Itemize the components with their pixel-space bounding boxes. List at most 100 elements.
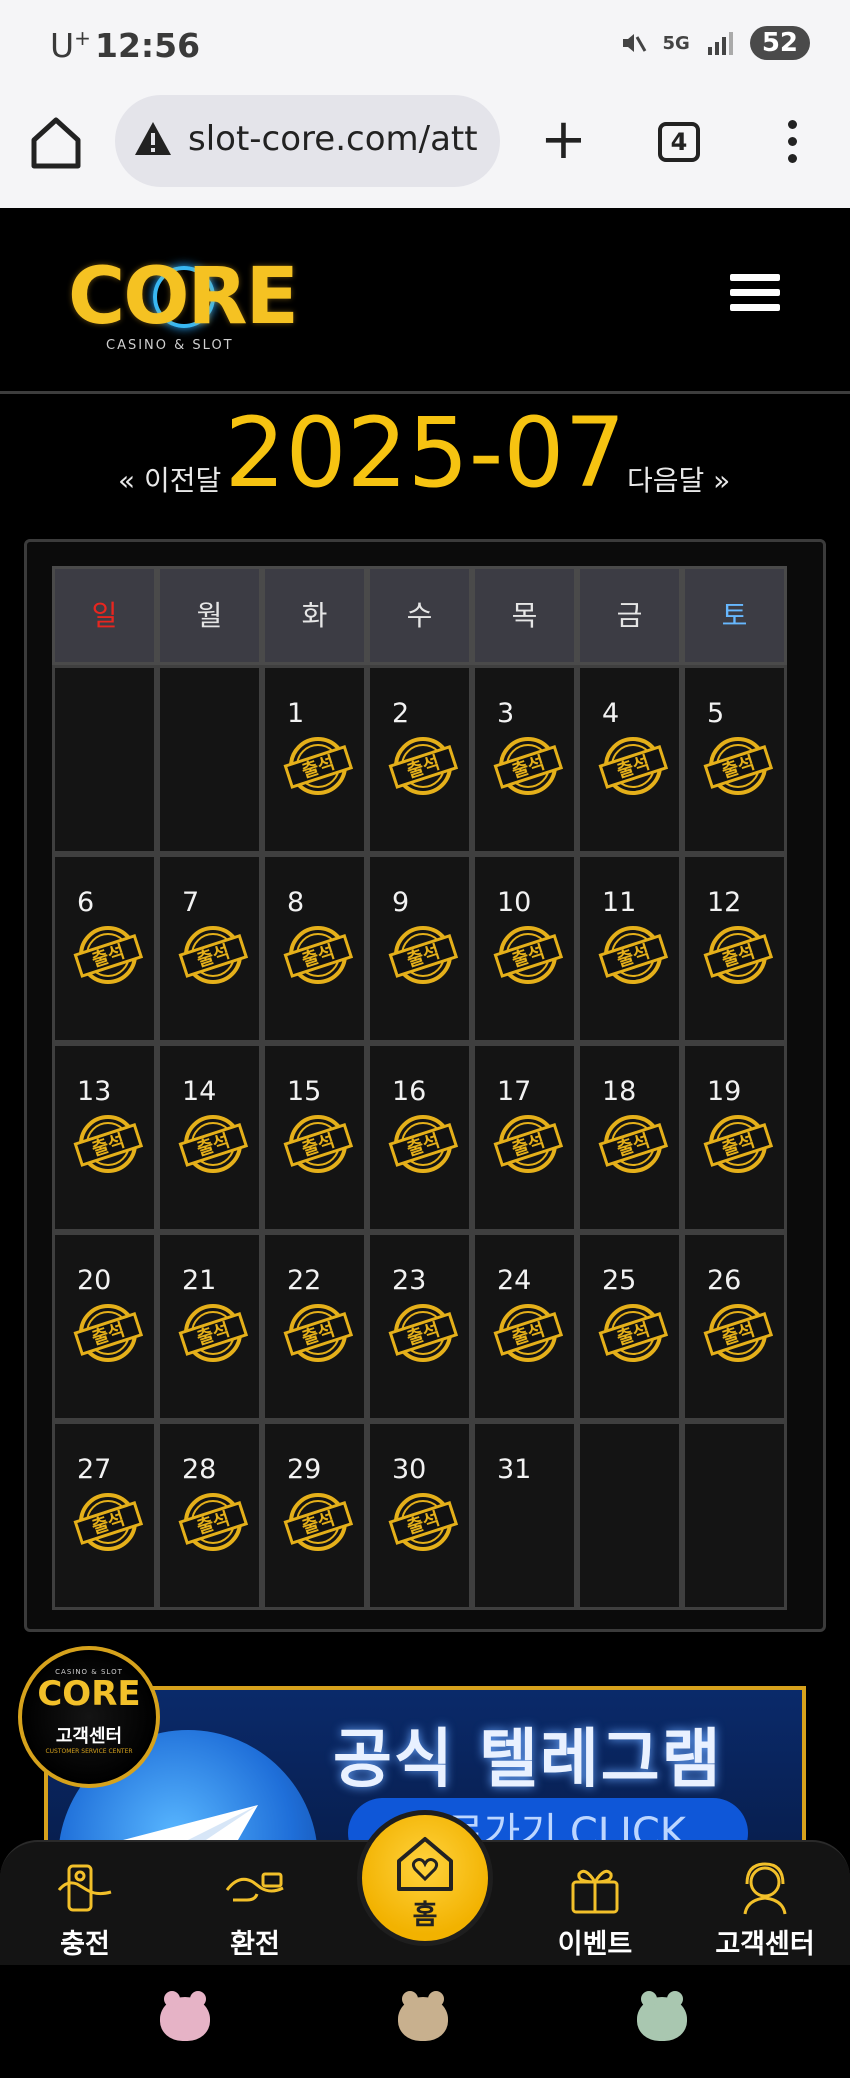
- attendance-stamp-icon: 출석: [386, 1488, 460, 1554]
- withdraw-icon: [225, 1872, 284, 1902]
- stamp-label: 출석: [89, 1319, 127, 1349]
- calendar-day-cell[interactable]: [577, 1421, 682, 1610]
- attendance-stamp-icon: 출석: [71, 1488, 145, 1554]
- badge-logo: CORE: [37, 1674, 141, 1714]
- day-number: 10: [497, 887, 532, 918]
- calendar-day-cell[interactable]: 9 출석: [367, 854, 472, 1043]
- calendar-day-cell[interactable]: 1 출석: [262, 665, 367, 854]
- nav-withdraw[interactable]: 환전: [190, 1860, 320, 1961]
- nav-deposit[interactable]: 충전: [20, 1860, 150, 1961]
- day-number: 25: [602, 1265, 637, 1296]
- logo-subtitle: CASINO & SLOT: [106, 338, 234, 353]
- calendar-day-cell[interactable]: 23 출석: [367, 1232, 472, 1421]
- attendance-stamp-icon: 출석: [596, 1110, 670, 1176]
- stamp-label: 출석: [299, 1130, 337, 1160]
- attendance-stamp-icon: 출석: [176, 921, 250, 987]
- calendar-day-cell[interactable]: 3 출석: [472, 665, 577, 854]
- calendar-day-cell[interactable]: 16 출석: [367, 1043, 472, 1232]
- calendar-day-cell[interactable]: 24 출석: [472, 1232, 577, 1421]
- day-number: 17: [497, 1076, 532, 1107]
- day-number: 12: [707, 887, 742, 918]
- stamp-label: 출석: [194, 1130, 232, 1160]
- calendar-day-cell[interactable]: 12 출석: [682, 854, 787, 1043]
- weekday-sun: 일: [52, 566, 157, 665]
- attendance-stamp-icon: 출석: [386, 1110, 460, 1176]
- attendance-stamp-icon: 출석: [701, 1299, 775, 1365]
- new-tab-icon[interactable]: +: [540, 112, 587, 172]
- day-number: 23: [392, 1265, 427, 1296]
- calendar-day-cell[interactable]: 14 출석: [157, 1043, 262, 1232]
- day-number: 3: [497, 698, 515, 729]
- calendar-day-cell[interactable]: 29 출석: [262, 1421, 367, 1610]
- calendar-day-cell[interactable]: 28 출석: [157, 1421, 262, 1610]
- day-number: 26: [707, 1265, 742, 1296]
- day-number: 13: [77, 1076, 112, 1107]
- browser-toolbar: slot-core.com/att + 4: [0, 90, 850, 208]
- calendar-day-cell[interactable]: 10 출석: [472, 854, 577, 1043]
- customer-center-badge[interactable]: CASINO & SLOT CORE 고객센터 CUSTOMER SERVICE…: [18, 1646, 160, 1788]
- stamp-label: 출석: [194, 1319, 232, 1349]
- calendar-day-cell[interactable]: 7 출석: [157, 854, 262, 1043]
- calendar-day-cell[interactable]: 17 출석: [472, 1043, 577, 1232]
- calendar-day-cell[interactable]: 13 출석: [52, 1043, 157, 1232]
- day-number: 15: [287, 1076, 322, 1107]
- nav-deposit-label: 충전: [60, 1929, 110, 1960]
- calendar-day-cell[interactable]: 30 출석: [367, 1421, 472, 1610]
- nav-support[interactable]: 고객센터: [700, 1860, 830, 1961]
- calendar-day-cell[interactable]: 4 출석: [577, 665, 682, 854]
- stamp-label: 출석: [719, 1130, 757, 1160]
- headset-icon: [743, 1862, 787, 1915]
- address-bar[interactable]: slot-core.com/att: [115, 95, 500, 187]
- hamburger-menu-icon[interactable]: [730, 274, 780, 318]
- calendar-day-cell[interactable]: 22 출석: [262, 1232, 367, 1421]
- calendar-day-cell[interactable]: 8 출석: [262, 854, 367, 1043]
- warning-icon[interactable]: [133, 119, 173, 159]
- day-number: 11: [602, 887, 637, 918]
- banner-title: 공식 텔레그램: [333, 1723, 723, 1797]
- calendar-day-cell[interactable]: 21 출석: [157, 1232, 262, 1421]
- calendar-day-cell[interactable]: 15 출석: [262, 1043, 367, 1232]
- calendar-day-cell[interactable]: 2 출석: [367, 665, 472, 854]
- day-number: 31: [497, 1454, 532, 1485]
- stamp-label: 출석: [509, 1130, 547, 1160]
- calendar-day-cell[interactable]: [52, 665, 157, 854]
- recent-apps-icon[interactable]: [160, 1991, 210, 2041]
- stamp-label: 출석: [299, 752, 337, 782]
- next-month-link[interactable]: 다음달 »: [627, 459, 730, 499]
- calendar-day-cell[interactable]: 25 출석: [577, 1232, 682, 1421]
- calendar-day-cell[interactable]: 26 출석: [682, 1232, 787, 1421]
- stamp-label: 출석: [404, 941, 442, 971]
- back-nav-icon[interactable]: [637, 1991, 687, 2041]
- attendance-stamp-icon: 출석: [596, 921, 670, 987]
- attendance-stamp-icon: 출석: [491, 1299, 565, 1365]
- attendance-stamp-icon: 출석: [701, 1110, 775, 1176]
- stamp-label: 출석: [89, 1508, 127, 1538]
- nav-event-label: 이벤트: [557, 1929, 633, 1960]
- home-icon[interactable]: [30, 112, 82, 172]
- day-number: 19: [707, 1076, 742, 1107]
- calendar-day-cell[interactable]: 27 출석: [52, 1421, 157, 1610]
- more-menu-icon[interactable]: [785, 120, 799, 170]
- calendar-day-cell[interactable]: 31: [472, 1421, 577, 1610]
- calendar-day-cell[interactable]: 11 출석: [577, 854, 682, 1043]
- deposit-icon: [57, 1864, 112, 1912]
- day-number: 28: [182, 1454, 217, 1485]
- site-logo[interactable]: CORE CASINO & SLOT: [68, 258, 299, 353]
- calendar-day-cell[interactable]: [682, 1421, 787, 1610]
- badge-label: 고객센터: [55, 1726, 123, 1747]
- nav-event[interactable]: 이벤트: [530, 1860, 660, 1961]
- calendar-day-cell[interactable]: 5 출석: [682, 665, 787, 854]
- status-time: 12:56: [95, 26, 201, 65]
- nav-home-button[interactable]: 홈: [357, 1810, 493, 1946]
- calendar-day-cell[interactable]: [157, 665, 262, 854]
- home-nav-icon[interactable]: [398, 1991, 448, 2041]
- carrier-label: U+: [50, 26, 91, 65]
- tab-switcher-button[interactable]: 4: [658, 122, 700, 162]
- prev-month-link[interactable]: « 이전달: [118, 459, 221, 499]
- calendar-day-cell[interactable]: 20 출석: [52, 1232, 157, 1421]
- calendar-day-cell[interactable]: 19 출석: [682, 1043, 787, 1232]
- calendar-day-cell[interactable]: 6 출석: [52, 854, 157, 1043]
- stamp-label: 출석: [614, 941, 652, 971]
- calendar-day-cell[interactable]: 18 출석: [577, 1043, 682, 1232]
- mute-icon: [622, 34, 646, 52]
